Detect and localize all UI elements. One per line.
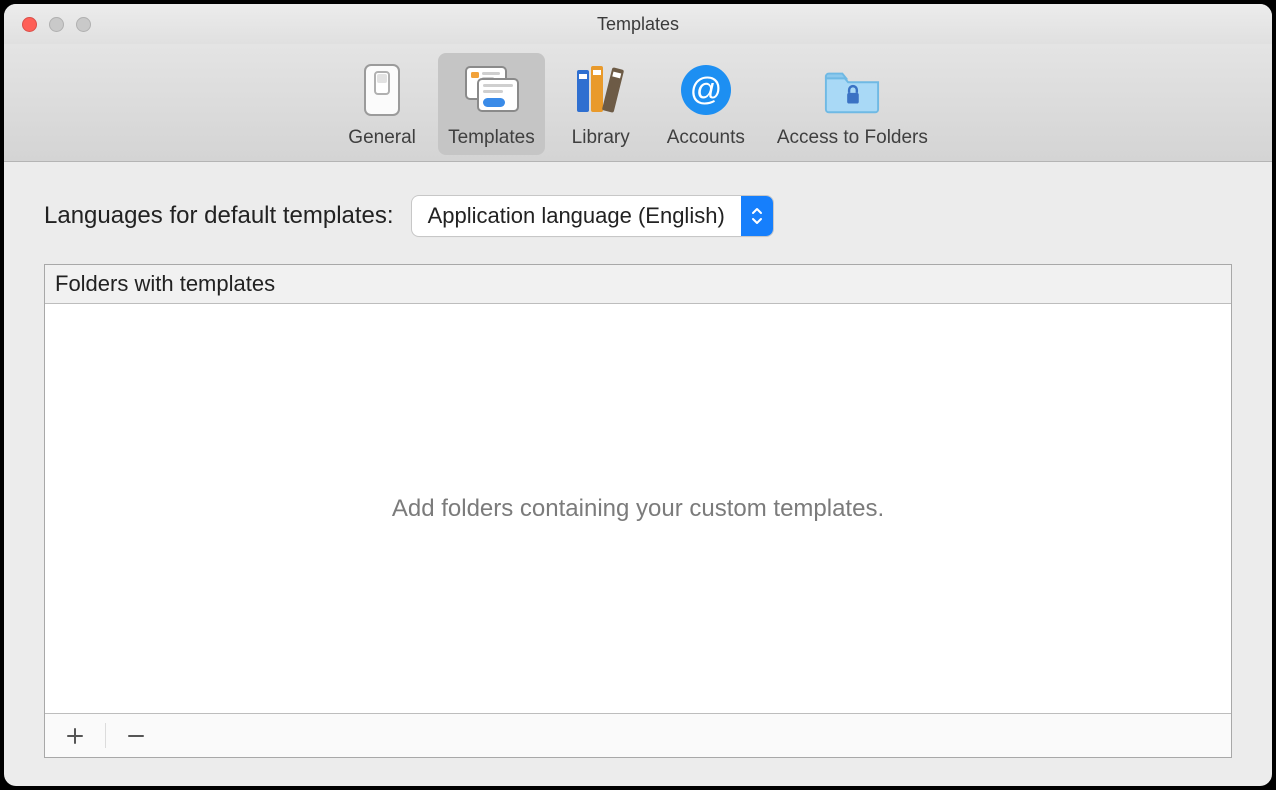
templates-icon [462,61,520,119]
minus-icon [126,726,146,746]
tab-label: General [348,127,416,149]
tab-label: Templates [448,127,535,149]
folders-listbox: Folders with templates Add folders conta… [44,264,1232,758]
remove-folder-button[interactable] [114,714,158,757]
folders-list-header: Folders with templates [45,265,1231,304]
folders-empty-placeholder: Add folders containing your custom templ… [392,495,884,523]
at-sign-icon: @ [677,61,735,119]
tab-label: Access to Folders [777,127,928,149]
window-title: Templates [597,14,679,35]
prefs-toolbar: General Templates [4,44,1272,162]
add-folder-button[interactable] [53,714,97,757]
zoom-window-button[interactable] [76,17,91,32]
close-window-button[interactable] [22,17,37,32]
window-controls [22,17,91,32]
tab-general[interactable]: General [338,53,426,155]
folder-lock-icon [823,61,881,119]
svg-text:@: @ [690,71,722,107]
tab-label: Accounts [667,127,745,149]
prefs-window: Templates General [4,4,1272,786]
titlebar: Templates [4,4,1272,44]
language-select[interactable]: Application language (English) [412,196,773,236]
tab-library[interactable]: Library [557,53,645,155]
minimize-window-button[interactable] [49,17,64,32]
language-label: Languages for default templates: [44,202,394,230]
tab-templates[interactable]: Templates [438,53,545,155]
footer-divider [105,723,106,749]
folders-list-footer [45,713,1231,757]
folders-list-body[interactable]: Add folders containing your custom templ… [45,304,1231,713]
tab-accounts[interactable]: @ Accounts [657,53,755,155]
plus-icon [65,726,85,746]
prefs-content: Languages for default templates: Applica… [4,162,1272,786]
language-row: Languages for default templates: Applica… [44,196,1232,236]
books-icon [572,61,630,119]
chevron-up-down-icon [741,196,773,236]
language-select-value: Application language (English) [412,196,741,236]
switch-icon [353,61,411,119]
tab-label: Library [572,127,630,149]
tab-access-to-folders[interactable]: Access to Folders [767,53,938,155]
